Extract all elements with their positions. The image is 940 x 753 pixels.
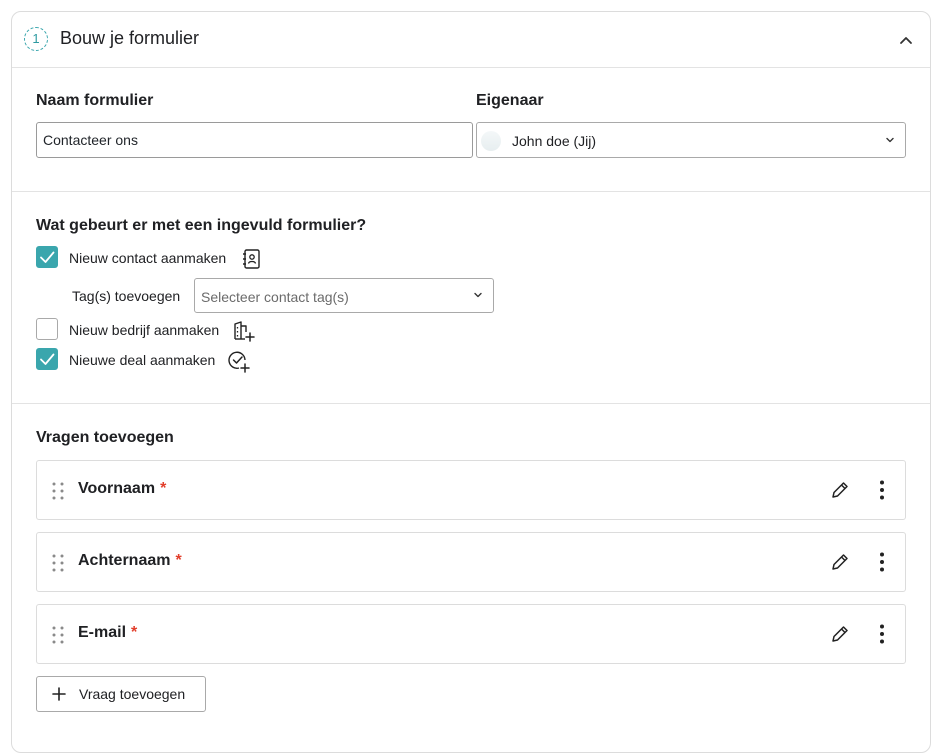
chevron-down-icon (474, 292, 482, 298)
required-marker: * (175, 552, 182, 569)
chevron-up-icon[interactable] (898, 32, 914, 48)
more-vertical-icon[interactable] (875, 479, 889, 501)
check-circle-add-icon (228, 351, 250, 373)
owner-label: Eigenaar (476, 92, 544, 109)
owner-value: John doe (Jij) (512, 133, 597, 149)
actions-heading: Wat gebeurt er met een ingevuld formulie… (36, 217, 367, 234)
question-label: Achternaam * (78, 552, 182, 570)
tags-select[interactable]: Selecteer contact tag(s) (194, 278, 494, 313)
form-builder-card: 1 Bouw je formulier Naam formulier Conta… (11, 11, 931, 753)
divider (12, 191, 930, 192)
more-vertical-icon[interactable] (875, 551, 889, 573)
add-question-button[interactable]: Vraag toevoegen (36, 676, 206, 712)
form-name-label: Naam formulier (36, 92, 154, 109)
add-question-label: Vraag toevoegen (79, 686, 186, 702)
section-header[interactable]: 1 Bouw je formulier (12, 12, 930, 68)
building-add-icon (234, 321, 255, 342)
drag-handle-icon[interactable] (51, 481, 65, 501)
question-label: E-mail * (78, 624, 137, 642)
pencil-icon[interactable] (829, 479, 851, 501)
more-vertical-icon[interactable] (875, 623, 889, 645)
pencil-icon[interactable] (829, 623, 851, 645)
question-row[interactable]: Achternaam * (36, 532, 906, 592)
tags-placeholder: Selecteer contact tag(s) (201, 289, 349, 305)
question-name: Voornaam (78, 480, 156, 497)
step-number-badge: 1 (24, 27, 48, 51)
new-deal-label: Nieuwe deal aanmaken (69, 352, 216, 368)
new-contact-label: Nieuw contact aanmaken (69, 250, 227, 266)
divider (12, 403, 930, 404)
question-name: E-mail (78, 624, 127, 641)
drag-handle-icon[interactable] (51, 625, 65, 645)
contact-book-icon (243, 249, 260, 269)
checkmark-icon (40, 353, 55, 365)
checkmark-icon (40, 251, 55, 263)
new-contact-checkbox[interactable] (36, 246, 58, 268)
question-row[interactable]: Voornaam * (36, 460, 906, 520)
new-company-label: Nieuw bedrijf aanmaken (69, 322, 220, 338)
pencil-icon[interactable] (829, 551, 851, 573)
question-label: Voornaam * (78, 480, 166, 498)
question-name: Achternaam (78, 552, 171, 569)
plus-icon (52, 687, 66, 701)
chevron-down-icon (886, 137, 894, 143)
required-marker: * (131, 624, 138, 641)
questions-heading: Vragen toevoegen (36, 429, 174, 446)
owner-select[interactable]: John doe (Jij) (476, 122, 906, 158)
drag-handle-icon[interactable] (51, 553, 65, 573)
tags-label: Tag(s) toevoegen (72, 288, 181, 304)
section-title: Bouw je formulier (60, 28, 200, 48)
new-company-checkbox[interactable] (36, 318, 58, 340)
avatar (481, 131, 501, 151)
form-name-input[interactable]: Contacteer ons (36, 122, 473, 158)
question-row[interactable]: E-mail * (36, 604, 906, 664)
new-deal-checkbox[interactable] (36, 348, 58, 370)
required-marker: * (160, 480, 167, 497)
